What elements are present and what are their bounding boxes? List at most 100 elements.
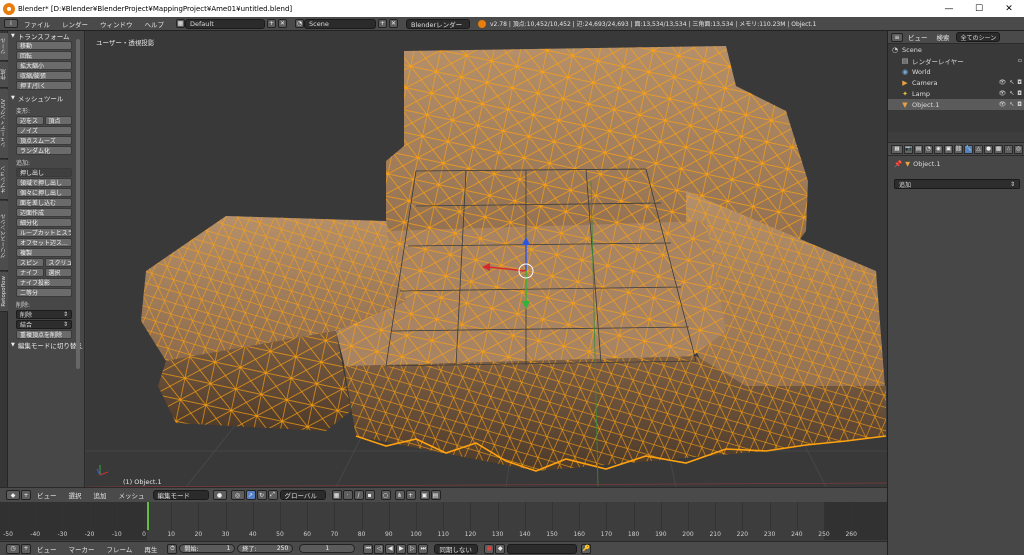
- renderlayer-box-icon[interactable]: ▫: [1018, 57, 1022, 64]
- move-button[interactable]: 移動: [16, 41, 72, 50]
- current-frame-cursor[interactable]: [146, 502, 149, 530]
- prop-tab-constraints-icon[interactable]: ⛓: [954, 144, 963, 154]
- extrude-region-button[interactable]: 領域で押し出し: [16, 178, 72, 187]
- tab-shading-uv[interactable]: シェーディング/UV: [0, 89, 8, 159]
- menu-window[interactable]: ウィンドウ: [94, 19, 139, 29]
- remove-layout-button[interactable]: ✕: [278, 19, 287, 28]
- screw-button[interactable]: スクリュ: [44, 258, 72, 267]
- inset-faces-button[interactable]: 面を差し込む: [16, 198, 72, 207]
- outliner-item-scene[interactable]: ◔ Scene: [888, 44, 1024, 55]
- render-camera-icon[interactable]: ◘: [1017, 79, 1022, 86]
- randomize-button[interactable]: ランダム化: [16, 146, 72, 155]
- outliner-item-renderlayer[interactable]: ▤ レンダーレイヤー ▫: [888, 55, 1024, 66]
- pivot-icon[interactable]: ◎: [230, 490, 245, 500]
- screen-layout-select[interactable]: Default: [185, 18, 265, 29]
- close-button[interactable]: ✕: [994, 0, 1024, 17]
- prop-tab-physics-icon[interactable]: ◎: [1014, 144, 1023, 154]
- jump-end-icon[interactable]: ⏭: [418, 543, 429, 554]
- select-arrow-icon[interactable]: ↖: [1009, 79, 1014, 86]
- visibility-eye-icon[interactable]: 👁: [999, 90, 1007, 97]
- manipulator-scale-icon[interactable]: ⤢: [267, 490, 278, 500]
- scene-select[interactable]: Scene: [304, 18, 376, 29]
- subdivide-button[interactable]: 細分化: [16, 218, 72, 227]
- extrude-individual-button[interactable]: 個々に押し出し: [16, 188, 72, 197]
- slide-edge-button[interactable]: 辺をス: [16, 116, 44, 125]
- start-frame-field[interactable]: 開始: 1: [179, 544, 236, 553]
- autokey-record-icon[interactable]: ●: [484, 543, 495, 554]
- timeline-area[interactable]: -50 -40 -30 -20 -10 0 10 20 30 40 50 60 70 80 90 100 110…: [0, 502, 887, 541]
- menu-playback[interactable]: 再生: [138, 544, 163, 554]
- tab-retopoflow[interactable]: Retopoflow: [0, 272, 8, 312]
- knife-select-button[interactable]: 選択: [44, 268, 72, 277]
- play-icon[interactable]: ▶: [396, 543, 407, 554]
- menu-help[interactable]: ヘルプ: [139, 19, 171, 29]
- editor-type-outliner-icon[interactable]: ≡: [891, 32, 903, 42]
- menu-add[interactable]: 追加: [88, 490, 113, 500]
- render-camera-icon[interactable]: ◘: [1017, 101, 1022, 108]
- menu-marker[interactable]: マーカー: [63, 544, 101, 554]
- outliner-menu-search[interactable]: 検索: [933, 32, 954, 42]
- insert-key-icon[interactable]: 🔑: [581, 543, 592, 554]
- prop-tab-modifiers-icon[interactable]: 🔧: [964, 144, 973, 154]
- snap-target-icon[interactable]: +: [405, 490, 416, 500]
- toggle-editmode-panel[interactable]: ▼ 編集モードに切り替え: [8, 340, 84, 350]
- add-layout-button[interactable]: +: [267, 19, 276, 28]
- shrink-fatten-button[interactable]: 収縮/膨張: [16, 71, 72, 80]
- tab-options[interactable]: オプション: [0, 160, 8, 200]
- pin-icon[interactable]: 📌: [894, 160, 902, 168]
- noise-button[interactable]: ノイズ: [16, 126, 72, 135]
- outliner-item-camera[interactable]: ▶ Camera 👁 ↖ ◘: [888, 77, 1024, 88]
- select-arrow-icon[interactable]: ↖: [1009, 90, 1014, 97]
- 3d-viewport[interactable]: ユーザー・透視投影 (1) Object.1: [86, 31, 887, 487]
- add-scene-button[interactable]: +: [378, 19, 387, 28]
- snap-icon[interactable]: ⋔: [394, 490, 405, 500]
- play-reverse-icon[interactable]: ◀: [385, 543, 396, 554]
- outliner-item-object1[interactable]: ▼ Object.1 👁 ↖ ◘: [888, 99, 1024, 110]
- edge-select-icon[interactable]: /: [353, 490, 364, 500]
- sync-select[interactable]: 同期しない: [434, 543, 479, 554]
- menu-file[interactable]: ファイル: [18, 19, 56, 29]
- scale-button[interactable]: 拡大縮小: [16, 61, 72, 70]
- mode-select[interactable]: 編集モード: [152, 490, 209, 500]
- tab-create[interactable]: 作成: [0, 62, 8, 88]
- face-select-icon[interactable]: ▪: [364, 490, 375, 500]
- render-engine-select[interactable]: Blenderレンダー: [406, 18, 470, 29]
- outliner-display-select[interactable]: 全てのシーン: [955, 32, 1000, 42]
- shading-solid-icon[interactable]: ●: [212, 490, 227, 500]
- tab-tools[interactable]: ツール: [0, 33, 8, 61]
- prop-tab-scene-icon[interactable]: ◔: [924, 144, 933, 154]
- slide-vertex-button[interactable]: 頂点: [44, 116, 72, 125]
- editor-type-timeline-icon[interactable]: ◷: [6, 543, 20, 554]
- prop-tab-texture-icon[interactable]: ▩: [994, 144, 1003, 154]
- current-frame-field[interactable]: 1: [299, 544, 356, 553]
- duplicate-button[interactable]: 複製: [16, 248, 72, 257]
- push-pull-button[interactable]: 押す/引く: [16, 81, 72, 90]
- tab-grease-pencil[interactable]: グリースペンシル: [0, 201, 8, 271]
- manipulator-translate-icon[interactable]: ↗: [245, 490, 256, 500]
- manipulator-rotate-icon[interactable]: ↻: [256, 490, 267, 500]
- select-arrow-icon[interactable]: ↖: [1009, 101, 1014, 108]
- scene-icon[interactable]: ◔: [295, 19, 304, 28]
- smooth-vertex-button[interactable]: 頂点スムーズ: [16, 136, 72, 145]
- offset-edge-slide-button[interactable]: オフセット辺ス...: [16, 238, 72, 247]
- keying-set-select[interactable]: [507, 543, 578, 554]
- opengl-anim-icon[interactable]: ▤: [430, 490, 441, 500]
- panel-mesh-tools-header[interactable]: ▼ メッシュツール: [8, 93, 84, 103]
- render-camera-icon[interactable]: ◘: [1017, 90, 1022, 97]
- layer-grid-icon[interactable]: ▦: [331, 490, 342, 500]
- prop-tab-object-icon[interactable]: ▣: [944, 144, 953, 154]
- outliner-item-lamp[interactable]: ✦ Lamp 👁 ↖ ◘: [888, 88, 1024, 99]
- next-key-icon[interactable]: ▷: [407, 543, 418, 554]
- preview-range-icon[interactable]: ⏱: [167, 543, 178, 554]
- prop-tab-world-icon[interactable]: ◉: [934, 144, 943, 154]
- menu-select[interactable]: 選択: [63, 490, 88, 500]
- toolshelf-scrollbar[interactable]: [76, 39, 80, 369]
- editor-type-properties-icon[interactable]: ▦: [891, 144, 903, 154]
- rotate-button[interactable]: 回転: [16, 51, 72, 60]
- menu-frame[interactable]: フレーム: [101, 544, 139, 554]
- opengl-render-icon[interactable]: ▣: [419, 490, 430, 500]
- proportional-edit-icon[interactable]: ○: [380, 490, 391, 500]
- collapse-timeline-menus-icon[interactable]: +: [21, 543, 31, 554]
- panel-transform-header[interactable]: ▼ トランスフォーム: [8, 31, 84, 41]
- prop-tab-data-icon[interactable]: △: [974, 144, 983, 154]
